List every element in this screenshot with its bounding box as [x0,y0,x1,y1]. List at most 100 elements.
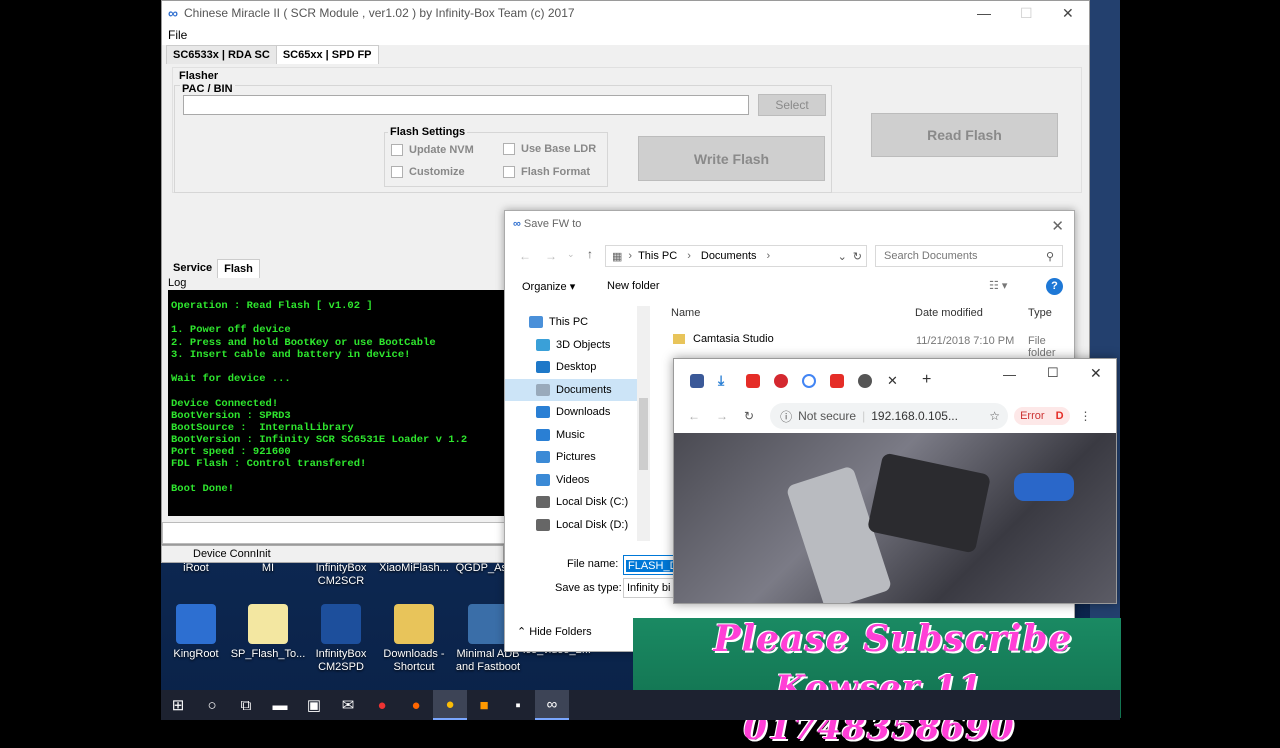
document-icon [536,383,550,396]
desktop-icon-xiaomiflash[interactable]: XiaoMiFlash... [376,562,452,575]
youtube-icon[interactable] [746,374,760,388]
organize-button[interactable]: Organize ▾ [522,280,575,293]
reload-icon[interactable]: ↻ [744,409,754,423]
customize-checkbox[interactable]: Customize [391,166,465,178]
close-button[interactable]: ✕ [1062,5,1074,22]
nav-item-desktop[interactable]: Desktop [505,356,650,379]
nav-scrollbar[interactable] [637,306,650,541]
hide-folders-button[interactable]: ⌃ Hide Folders [517,625,592,638]
log-line: BootVersion : SPRD3 [171,409,291,422]
browser-toolbar: ← → ↻ ⓘ Not secure | 192.168.0.105... ☆ … [674,401,1116,431]
file-row-type: File folder [1028,335,1056,359]
mail-icon[interactable]: ✉ [331,690,365,720]
app-icon[interactable]: ■ [467,690,501,720]
new-tab-icon[interactable]: + [922,371,931,389]
save-dialog-close-button[interactable]: ✕ [1051,217,1064,235]
back-arrow-icon[interactable]: ← [688,409,700,423]
up-arrow-icon[interactable]: ↑ [587,247,593,261]
search-icon[interactable]: ○ [195,690,229,720]
nav-item-local-disk-d[interactable]: Local Disk (D:) [505,514,650,537]
menu-file[interactable]: File [168,28,187,42]
firefox-icon[interactable]: ● [399,690,433,720]
desktop-icon-cm2spd[interactable]: InfinityBox CM2SPD [303,604,379,674]
nav-item-this-pc[interactable]: This PC [505,311,650,334]
camera-icon[interactable] [858,374,872,388]
save-dialog-title: ∞ Save FW to [513,218,582,230]
view-options-icon[interactable]: ☷ ▾ [989,279,1007,292]
nav-item-3d-objects[interactable]: 3D Objects [505,334,650,357]
select-button[interactable]: Select [758,94,826,116]
app-titlebar: ∞ Chinese Miracle II ( SCR Module , ver1… [162,1,1089,25]
file-row-date: 11/21/2018 7:10 PM [916,335,1015,347]
nav-item-videos[interactable]: Videos [505,469,650,492]
read-flash-button[interactable]: Read Flash [871,113,1058,157]
help-icon[interactable]: ? [1046,278,1063,295]
log-console: Operation : Read Flash [ v1.02 ] 1. Power… [168,290,506,516]
download-icon[interactable]: ⤓ [718,372,732,388]
tab-service[interactable]: Service [167,259,219,278]
task-view-icon[interactable]: ⧉ [229,690,263,720]
cube-icon [536,338,550,351]
browser-maximize-button[interactable]: ☐ [1047,365,1059,381]
nav-item-pictures[interactable]: Pictures [505,446,650,469]
forward-arrow-icon[interactable]: → [716,409,728,423]
error-badge[interactable]: Error D [1014,407,1070,425]
start-button[interactable]: ⊞ [161,690,195,720]
log-line: Port speed : 921600 [171,446,291,459]
desktop-icon-mi[interactable]: MI [230,562,306,575]
address-input[interactable]: ⓘ Not secure | 192.168.0.105... ☆ [770,403,1009,429]
chrome-icon[interactable]: ● [433,690,467,720]
google-icon[interactable] [802,374,816,388]
desktop-icon-downloads[interactable]: Downloads - Shortcut [376,604,452,674]
video-stream [674,433,1116,603]
infinitybox-taskbar-icon[interactable]: ∞ [535,690,569,720]
back-arrow-icon[interactable]: ← [519,249,531,263]
close-tab-icon[interactable]: ✕ [887,373,898,389]
new-folder-button[interactable]: New folder [607,280,660,292]
breadcrumb-documents[interactable]: Documents [701,250,757,262]
tab-spd[interactable]: SC65xx | SPD FP [275,45,379,64]
tab-rda[interactable]: SC6533x | RDA SC [166,45,277,64]
search-documents-input[interactable]: Search Documents ⚲ [875,245,1063,267]
nav-item-local-disk-c[interactable]: Local Disk (C:) [505,491,650,514]
nav-item-documents[interactable]: Documents [505,378,650,401]
menu-dots-icon[interactable]: ⋮ [1080,409,1092,423]
facebook-icon[interactable] [690,374,704,388]
file-row[interactable]: Camtasia Studio [673,333,774,345]
write-flash-button[interactable]: Write Flash [638,136,825,181]
address-bar[interactable]: ▦ › This PC › Documents › ⌄ ↻ [605,245,867,267]
column-type[interactable]: Type [1028,307,1052,319]
desktop-icon-cm2scr[interactable]: InfinityBox CM2SCR [303,562,379,588]
refresh-icon[interactable]: ↻ [853,250,862,263]
desktop-icon-iroot[interactable]: iRoot [158,562,234,575]
browser-close-button[interactable]: ✕ [1090,365,1102,382]
progress-bar [162,522,508,544]
star-icon[interactable]: ☆ [989,409,1000,423]
minimize-button[interactable]: — [977,5,991,21]
desktop-icon-kingroot[interactable]: KingRoot [158,604,234,661]
nav-item-music[interactable]: Music [505,424,650,447]
breadcrumb-this-pc[interactable]: This PC [638,250,677,262]
column-date[interactable]: Date modified [915,307,983,319]
update-nvm-checkbox[interactable]: Update NVM [391,144,474,156]
youtube-icon[interactable] [830,374,844,388]
recent-dropdown-icon[interactable]: ⌄ [567,249,575,260]
column-name[interactable]: Name [671,307,700,319]
pacbin-input[interactable] [183,95,749,115]
address-dropdown-icon[interactable]: ⌄ [838,250,847,263]
terminal-icon[interactable]: ▪ [501,690,535,720]
browser-minimize-button[interactable]: — [1003,367,1016,382]
opera-icon[interactable]: ● [365,690,399,720]
red-app-icon[interactable] [774,374,788,388]
file-explorer-icon[interactable]: ▬ [263,690,297,720]
store-icon[interactable]: ▣ [297,690,331,720]
desktop-icon-spflash[interactable]: SP_Flash_To... [230,604,306,661]
nav-item-downloads[interactable]: Downloads [505,401,650,424]
forward-arrow-icon[interactable]: → [545,249,557,263]
use-base-ldr-checkbox[interactable]: Use Base LDR [503,143,596,155]
maximize-button[interactable]: ☐ [1020,5,1033,22]
flash-format-checkbox[interactable]: Flash Format [503,166,590,178]
tab-flash[interactable]: Flash [217,259,260,278]
